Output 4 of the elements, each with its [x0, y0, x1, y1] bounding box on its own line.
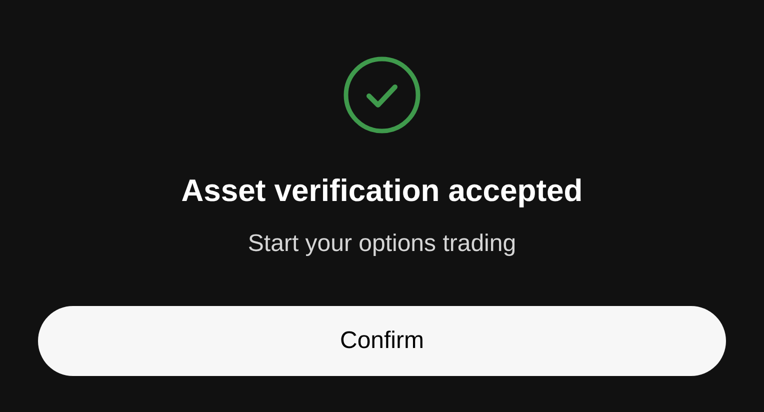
subtitle: Start your options trading — [248, 228, 516, 259]
confirm-button[interactable]: Confirm — [38, 306, 726, 376]
title: Asset verification accepted — [181, 172, 583, 210]
check-circle-icon — [343, 56, 421, 134]
